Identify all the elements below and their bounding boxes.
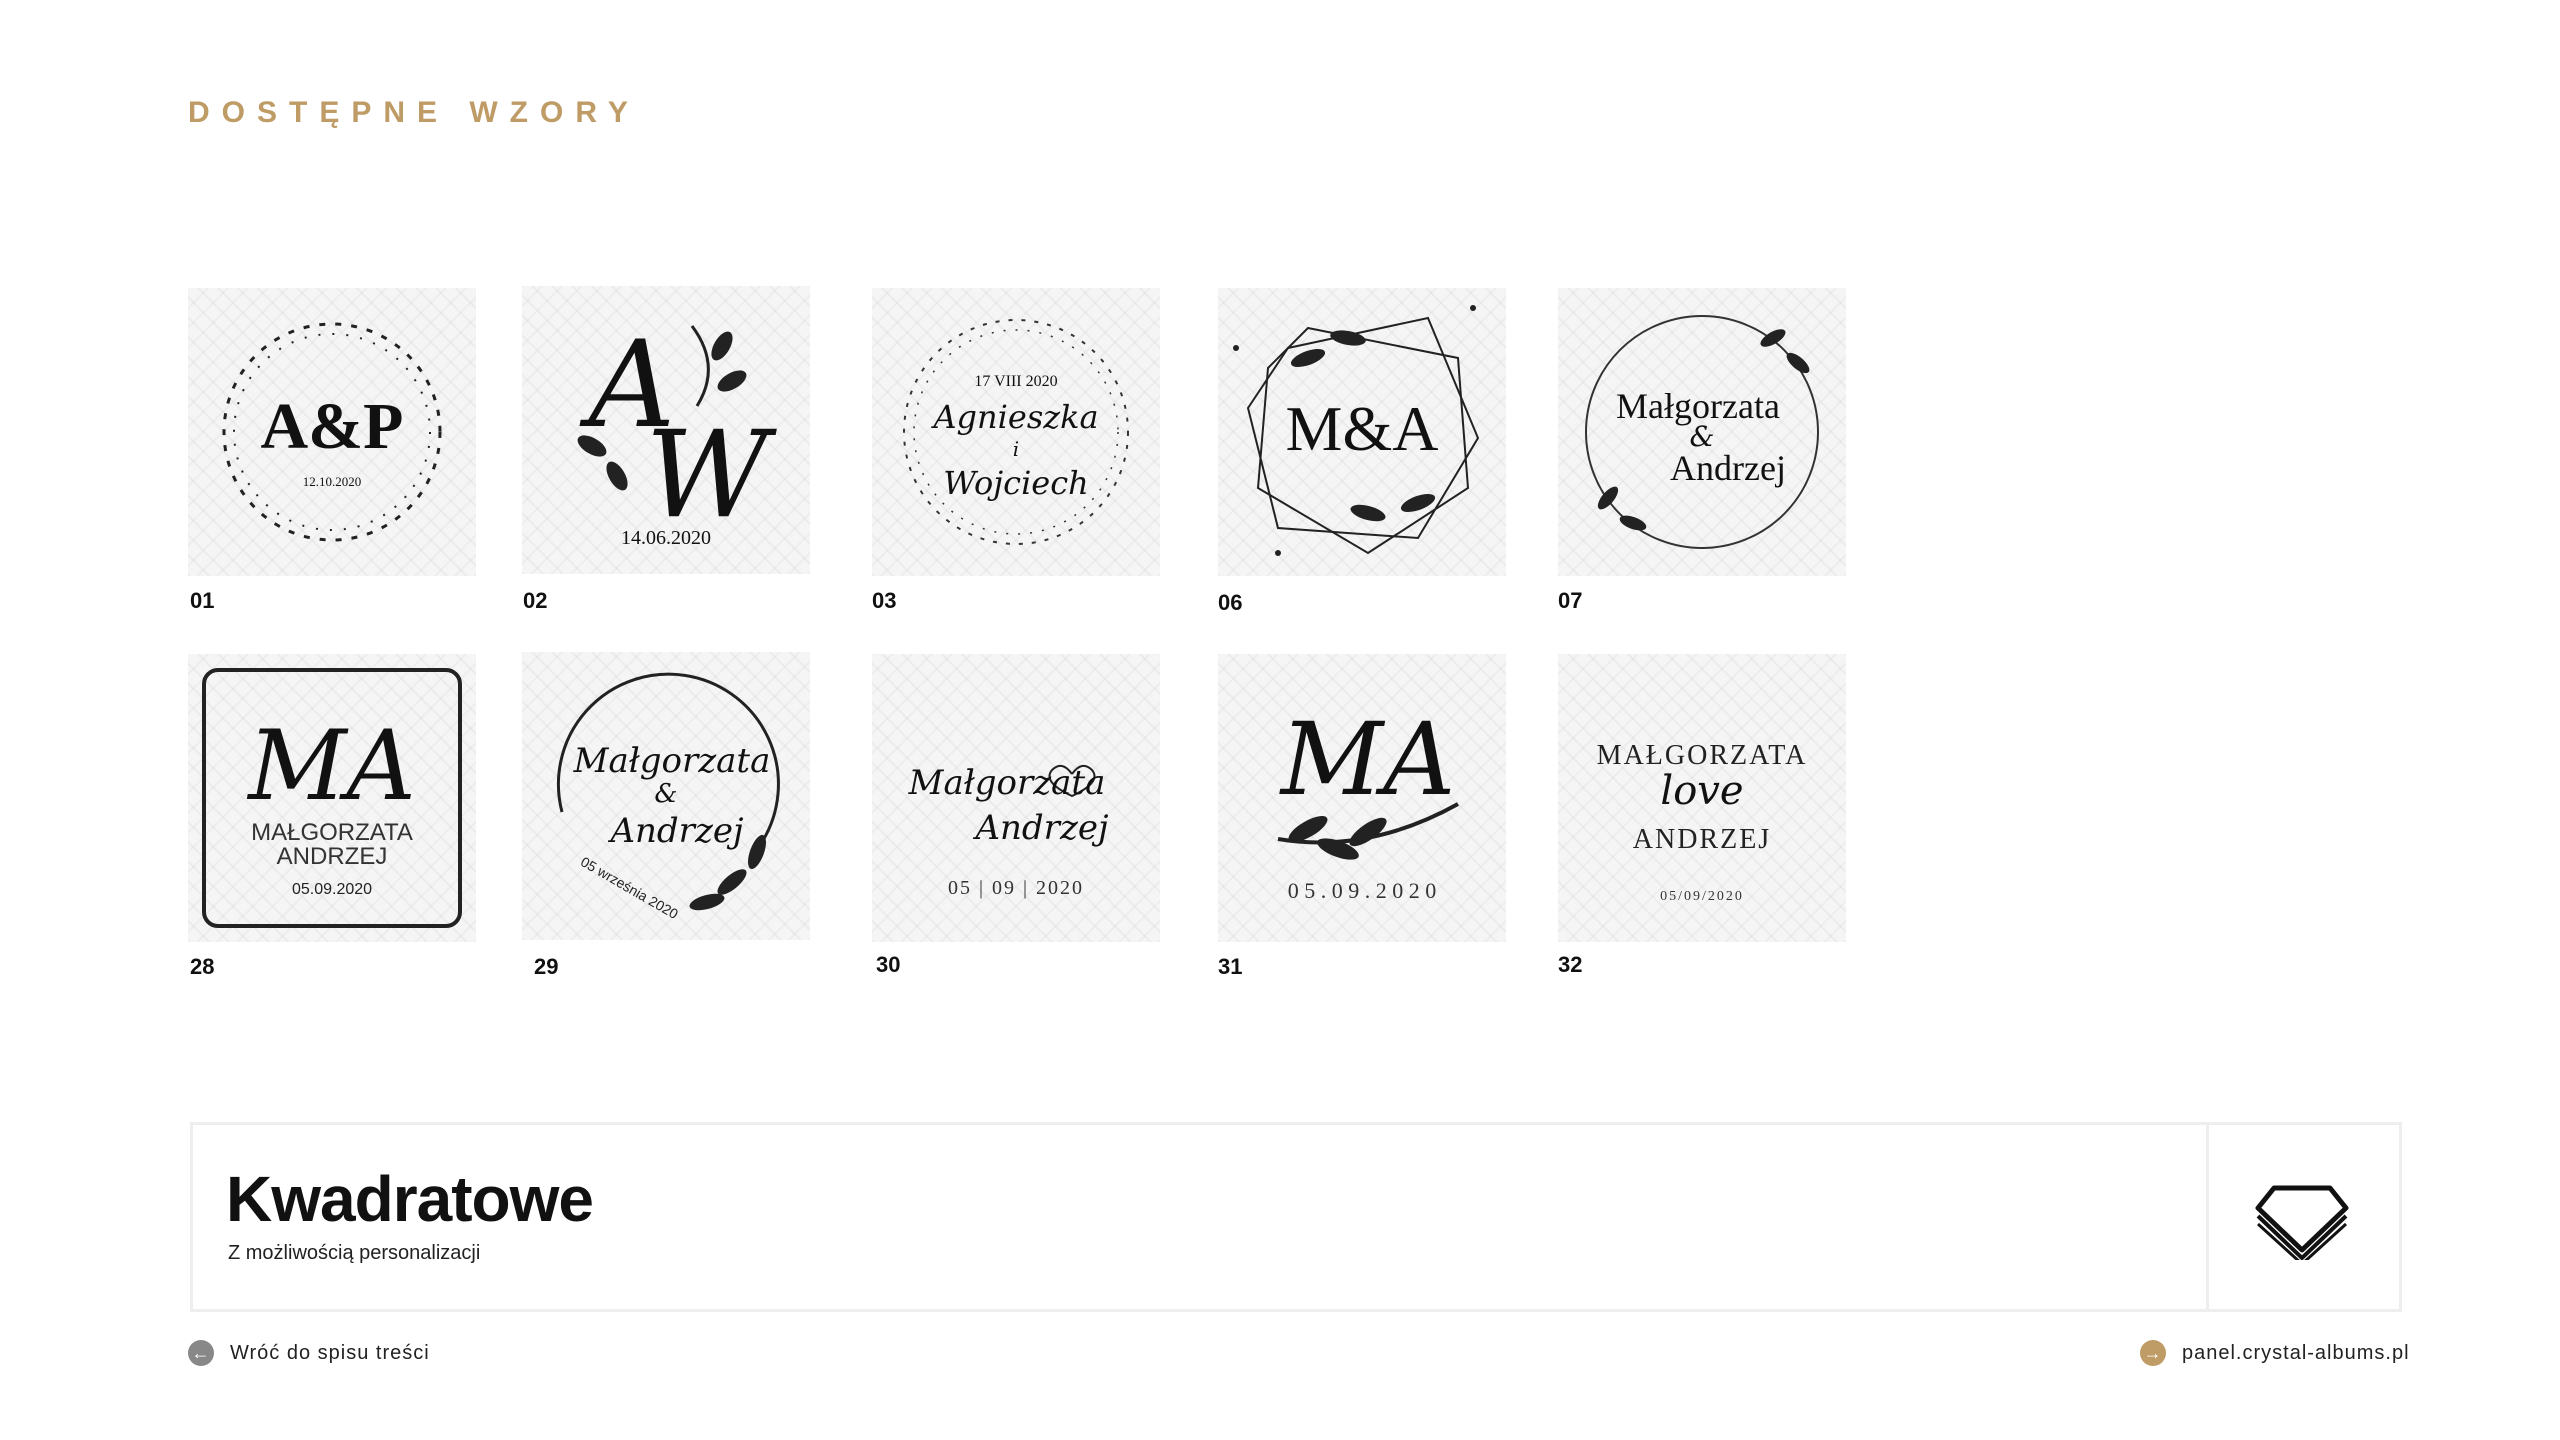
banner-divider — [2206, 1122, 2209, 1312]
design-02-letter2: W — [645, 406, 777, 545]
design-number-32: 32 — [1558, 952, 1583, 977]
design-32-word: love — [1660, 768, 1743, 814]
design-29-name2: Andrzej — [607, 811, 744, 851]
design-29-amp: & — [654, 779, 677, 809]
design-32-name1: MAŁGORZATA — [1597, 740, 1808, 771]
geometric-monogram-art: M&A — [1233, 305, 1480, 556]
design-01-initials: A&P — [261, 390, 404, 463]
design-01-date: 12.10.2020 — [303, 474, 362, 489]
design-tile-07[interactable]: Małgorzata & Andrzej — [1558, 288, 1846, 576]
design-28-mono: MA — [246, 710, 416, 822]
back-to-contents-label: Wróć do spisu treści — [230, 1341, 430, 1364]
design-tile-02[interactable]: A W 14.06.2020 — [522, 286, 810, 574]
design-tile-32[interactable]: MAŁGORZATA love ANDRZEJ 05/09/2020 — [1558, 654, 1846, 942]
wreath-monogram-art: A&P 12.10.2020 — [222, 322, 442, 542]
design-02-date: 14.06.2020 — [621, 527, 711, 549]
back-to-contents-link[interactable]: ← Wróć do spisu treści — [188, 1340, 430, 1366]
arrow-left-icon: ← — [188, 1340, 214, 1366]
banner-title: Kwadratowe — [226, 1163, 594, 1235]
design-03-name1: Agnieszka — [930, 398, 1098, 436]
arrow-right-icon: → — [2140, 1340, 2166, 1366]
love-names-art: MAŁGORZATA love ANDRZEJ 05/09/2020 — [1597, 740, 1808, 904]
design-number-02: 02 — [523, 588, 548, 613]
design-03-date: 17 VIII 2020 — [974, 373, 1057, 390]
banner-subtitle: Z możliwością personalizacji — [228, 1242, 481, 1264]
design-number-28: 28 — [190, 954, 215, 979]
design-tile-03[interactable]: 17 VIII 2020 Agnieszka i Wojciech — [872, 288, 1160, 576]
page-title: DOSTĘPNE WZORY — [188, 96, 640, 129]
leaf-monogram-art: A W 14.06.2020 — [577, 316, 777, 549]
design-32-name2: ANDRZEJ — [1633, 824, 1771, 855]
design-29-name1: Małgorzata — [573, 741, 771, 781]
branch-monogram-art: MA 0 5 . 0 9 . 2 0 2 0 — [1277, 701, 1459, 903]
heart-names-art: Małgorzata Andrzej 05 | 09 | 2020 — [908, 763, 1109, 899]
panel-site-label: panel.crystal-albums.pl — [2182, 1341, 2410, 1364]
design-number-29: 29 — [534, 954, 559, 979]
design-number-07: 07 — [1558, 588, 1583, 613]
design-number-31: 31 — [1218, 954, 1243, 979]
design-31-date: 0 5 . 0 9 . 2 0 2 0 — [1288, 878, 1437, 903]
design-30-name1: Małgorzata — [908, 763, 1106, 803]
design-06-initials: M&A — [1286, 393, 1439, 464]
design-03-conj: i — [1013, 437, 1019, 461]
design-32-date: 05/09/2020 — [1660, 889, 1744, 904]
design-30-date: 05 | 09 | 2020 — [948, 877, 1084, 899]
diamond-icon — [2255, 1185, 2349, 1260]
design-tile-31[interactable]: MA 0 5 . 0 9 . 2 0 2 0 — [1218, 654, 1506, 942]
panel-site-link[interactable]: → panel.crystal-albums.pl — [2140, 1340, 2410, 1366]
design-tile-30[interactable]: Małgorzata Andrzej 05 | 09 | 2020 — [872, 654, 1160, 942]
design-number-03: 03 — [872, 588, 897, 613]
design-tile-01[interactable]: A&P 12.10.2020 — [188, 288, 476, 576]
design-28-name1: MAŁGORZATA — [251, 819, 413, 846]
design-number-01: 01 — [190, 588, 215, 613]
design-03-name2: Wojciech — [943, 464, 1089, 502]
design-tile-29[interactable]: Małgorzata & Andrzej 05 września 2020 — [522, 652, 810, 940]
design-number-06: 06 — [1218, 590, 1243, 615]
design-tile-06[interactable]: M&A — [1218, 288, 1506, 576]
frame-monogram-art: MA MAŁGORZATA ANDRZEJ 05.09.2020 — [202, 668, 462, 928]
design-29-arc-date: 05 września 2020 — [578, 853, 681, 922]
design-31-mono: MA — [1279, 701, 1456, 818]
design-number-30: 30 — [876, 952, 901, 977]
design-tile-28[interactable]: MA MAŁGORZATA ANDRZEJ 05.09.2020 — [188, 654, 476, 942]
arc-names-art: Małgorzata & Andrzej 05 września 2020 — [556, 672, 780, 922]
design-30-name2: Andrzej — [972, 808, 1109, 848]
design-28-name2: ANDRZEJ — [277, 843, 388, 870]
names-wreath-art: 17 VIII 2020 Agnieszka i Wojciech — [903, 319, 1129, 545]
design-28-date: 05.09.2020 — [292, 881, 372, 898]
circle-names-art: Małgorzata & Andrzej — [1585, 315, 1819, 549]
design-07-name2: Andrzej — [1670, 448, 1786, 488]
